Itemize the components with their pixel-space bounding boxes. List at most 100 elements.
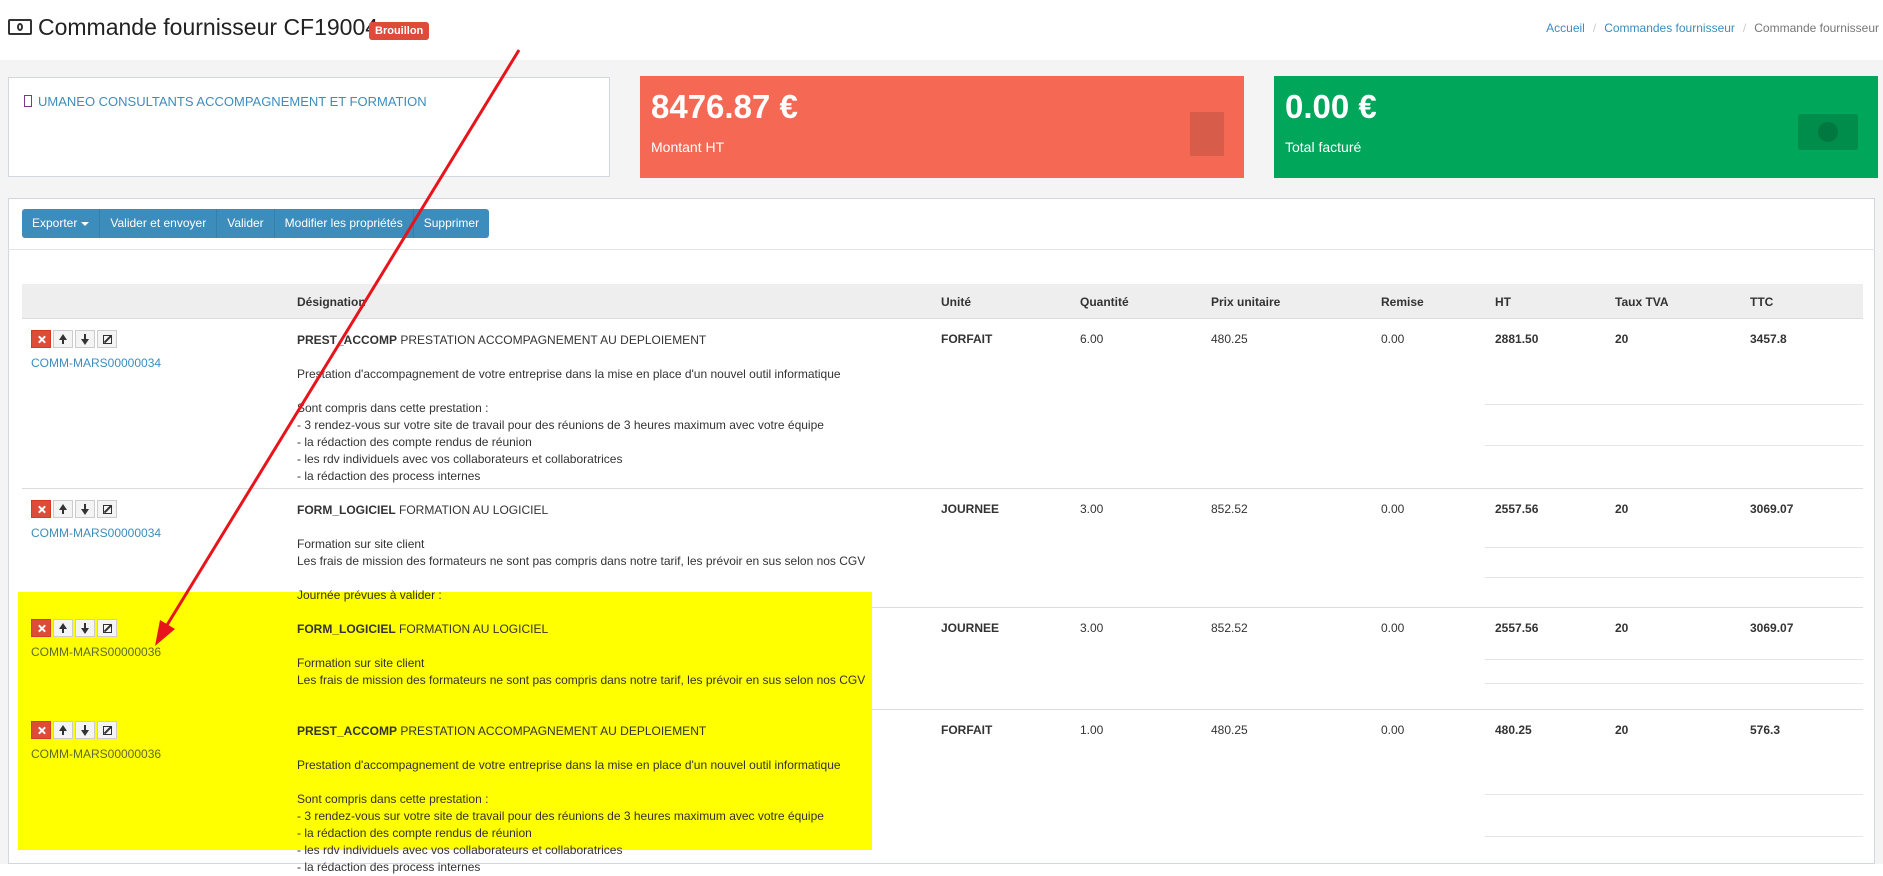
kpi-amount-ht-label: Montant HT <box>651 139 725 155</box>
line-reference-link[interactable]: COMM-MARS00000034 <box>31 356 161 370</box>
line-quantity: 1.00 <box>1080 723 1104 737</box>
line-unit: FORFAIT <box>941 332 993 346</box>
line-ttc: 3069.07 <box>1750 621 1794 635</box>
edit-icon[interactable] <box>97 619 117 637</box>
row-actions <box>31 500 119 518</box>
cell-divider <box>1485 445 1863 446</box>
arrow-up-icon[interactable] <box>53 619 73 637</box>
col-quantity: Quantité <box>1080 295 1129 309</box>
product-code: FORM_LOGICIEL <box>297 622 396 636</box>
delete-line-icon[interactable] <box>31 619 51 637</box>
line-vat-rate: 20 <box>1615 502 1629 516</box>
row-actions <box>31 721 119 739</box>
delete-line-icon[interactable] <box>31 721 51 739</box>
line-quantity: 3.00 <box>1080 621 1104 635</box>
cell-divider <box>1485 836 1863 837</box>
cell-divider <box>1485 547 1863 548</box>
row-actions <box>31 619 119 637</box>
line-unit-price: 480.25 <box>1211 723 1248 737</box>
export-button[interactable]: Exporter <box>22 209 101 238</box>
line-designation: PREST_ACCOMP PRESTATION ACCOMPAGNEMENT A… <box>297 723 917 876</box>
delete-line-icon[interactable] <box>31 500 51 518</box>
breadcrumb-home-link[interactable]: Accueil <box>1546 21 1585 35</box>
line-designation: FORM_LOGICIEL FORMATION AU LOGICIEL Form… <box>297 502 917 604</box>
line-vat-rate: 20 <box>1615 621 1629 635</box>
table-header: Désignation Unité Quantité Prix unitaire… <box>22 284 1863 319</box>
product-code: PREST_ACCOMP <box>297 724 398 738</box>
line-ht: 2881.50 <box>1495 332 1539 346</box>
line-unit-price: 852.52 <box>1211 621 1248 635</box>
product-label: PRESTATION ACCOMPAGNEMENT AU DEPLOIEMENT <box>400 333 707 347</box>
cell-divider <box>1485 794 1863 795</box>
breadcrumb-orders-link[interactable]: Commandes fournisseur <box>1604 21 1735 35</box>
product-label: PRESTATION ACCOMPAGNEMENT AU DEPLOIEMENT <box>400 724 707 738</box>
arrow-down-icon[interactable] <box>75 619 95 637</box>
money-icon <box>1798 114 1858 150</box>
arrow-down-icon[interactable] <box>75 500 95 518</box>
line-ht: 2557.56 <box>1495 621 1539 635</box>
kpi-amount-ht-value: 8476.87 € <box>651 88 798 125</box>
line-vat-rate: 20 <box>1615 332 1629 346</box>
line-ttc: 576.3 <box>1750 723 1781 737</box>
product-label: FORMATION AU LOGICIEL <box>399 622 549 636</box>
arrow-down-icon[interactable] <box>75 721 95 739</box>
arrow-up-icon[interactable] <box>53 330 73 348</box>
line-discount: 0.00 <box>1381 621 1405 635</box>
cell-divider <box>1485 577 1863 578</box>
validate-button[interactable]: Valider <box>217 209 275 238</box>
col-unit: Unité <box>941 295 971 309</box>
line-designation: FORM_LOGICIEL FORMATION AU LOGICIEL Form… <box>297 621 917 689</box>
line-unit: FORFAIT <box>941 723 993 737</box>
kpi-total-invoiced-label: Total facturé <box>1285 139 1362 155</box>
line-ht: 480.25 <box>1495 723 1532 737</box>
row-divider <box>22 488 1863 489</box>
edit-icon[interactable] <box>97 330 117 348</box>
line-reference-link[interactable]: COMM-MARS00000036 <box>31 645 161 659</box>
page-header: Commande fournisseur CF19004 Brouillon A… <box>0 0 1883 60</box>
col-unit-price: Prix unitaire <box>1211 295 1281 309</box>
action-toolbar: Exporter Valider et envoyer Valider Modi… <box>22 209 490 238</box>
product-code: PREST_ACCOMP <box>297 333 398 347</box>
page-title: Commande fournisseur CF19004 <box>38 14 379 40</box>
validate-and-send-button[interactable]: Valider et envoyer <box>100 209 218 238</box>
line-discount: 0.00 <box>1381 502 1405 516</box>
toolbar-divider <box>8 249 1875 250</box>
line-unit: JOURNEE <box>941 502 1000 516</box>
line-unit-price: 480.25 <box>1211 332 1248 346</box>
line-vat-rate: 20 <box>1615 723 1629 737</box>
line-quantity: 3.00 <box>1080 502 1104 516</box>
kpi-total-invoiced-value: 0.00 € <box>1285 88 1377 125</box>
edit-icon[interactable] <box>97 500 117 518</box>
breadcrumb: Accueil / Commandes fournisseur / Commande f… <box>1546 21 1879 35</box>
col-vat-rate: Taux TVA <box>1615 295 1669 309</box>
edit-icon[interactable] <box>97 721 117 739</box>
line-ttc: 3069.07 <box>1750 502 1794 516</box>
arrow-up-icon[interactable] <box>53 500 73 518</box>
money-bill-icon <box>8 19 32 35</box>
col-ttc: TTC <box>1750 295 1774 309</box>
line-ttc: 3457.8 <box>1750 332 1787 346</box>
line-discount: 0.00 <box>1381 723 1405 737</box>
product-label: FORMATION AU LOGICIEL <box>399 503 549 517</box>
document-icon <box>1190 112 1224 156</box>
building-icon <box>24 95 32 107</box>
product-description: Formation sur site client Les frais de m… <box>297 537 866 602</box>
delete-line-icon[interactable] <box>31 330 51 348</box>
arrow-down-icon[interactable] <box>75 330 95 348</box>
product-description: Prestation d'accompagnement de votre ent… <box>297 758 841 874</box>
row-actions <box>31 330 119 348</box>
modify-properties-button[interactable]: Modifier les propriétés <box>274 209 414 238</box>
kpi-amount-ht: 8476.87 € Montant HT <box>640 76 1244 178</box>
col-ht: HT <box>1495 295 1511 309</box>
arrow-up-icon[interactable] <box>53 721 73 739</box>
line-quantity: 6.00 <box>1080 332 1104 346</box>
product-code: FORM_LOGICIEL <box>297 503 396 517</box>
line-reference-link[interactable]: COMM-MARS00000036 <box>31 747 161 761</box>
export-button-label: Exporter <box>32 216 78 230</box>
delete-button[interactable]: Supprimer <box>413 209 490 238</box>
line-discount: 0.00 <box>1381 332 1405 346</box>
supplier-link[interactable]: UMANEO CONSULTANTS ACCOMPAGNEMENT ET FOR… <box>38 94 427 109</box>
line-reference-link[interactable]: COMM-MARS00000034 <box>31 526 161 540</box>
line-ht: 2557.56 <box>1495 502 1539 516</box>
product-description: Formation sur site client Les frais de m… <box>297 656 866 687</box>
